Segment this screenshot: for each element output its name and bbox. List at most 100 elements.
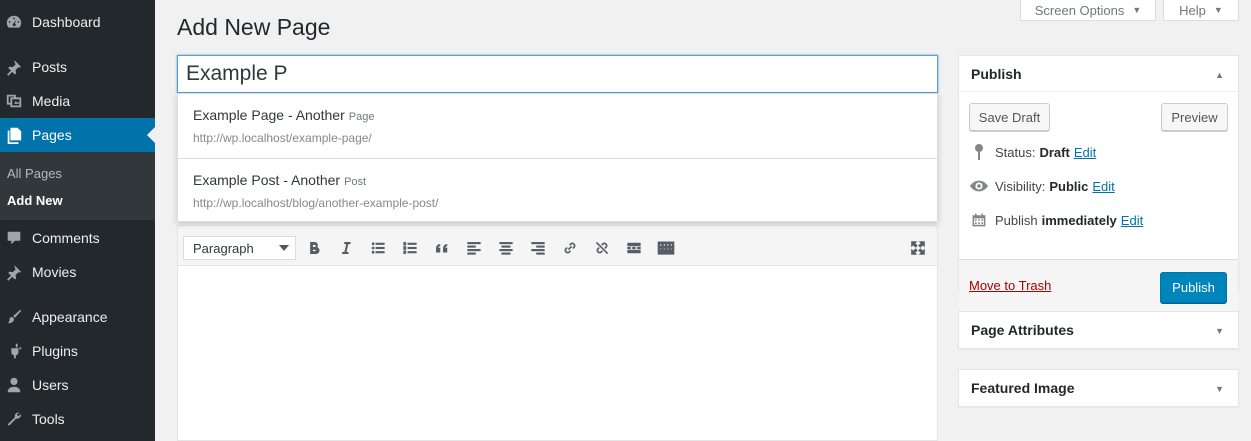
menu-appearance[interactable]: Appearance <box>0 300 155 334</box>
content-editor[interactable]: Paragraph <box>177 225 938 441</box>
status-label: Status: <box>995 144 1036 160</box>
bold-icon <box>310 242 320 254</box>
user-icon <box>4 375 24 395</box>
publish-date-row: Publish immediately Edit <box>969 211 1143 229</box>
bold-button[interactable] <box>303 238 325 258</box>
bullet-list-button[interactable] <box>367 238 389 258</box>
page-attributes-title: Page Attributes <box>971 322 1074 338</box>
featured-image-header[interactable]: Featured Image ▼ <box>959 370 1238 406</box>
page-attributes-header[interactable]: Page Attributes ▼ <box>959 312 1238 348</box>
featured-image-box: Featured Image ▼ <box>958 369 1239 407</box>
toolbar-toggle-button[interactable] <box>655 238 677 258</box>
menu-plugins[interactable]: Plugins <box>0 334 155 368</box>
bullet-list-icon <box>371 242 385 254</box>
help-tab[interactable]: Help ▼ <box>1163 0 1239 21</box>
title-autocomplete: Example Page - Another Page http://wp.loc… <box>177 93 938 222</box>
editor-toolbar: Paragraph <box>178 226 937 266</box>
brush-icon <box>4 307 24 327</box>
blockquote-button[interactable] <box>431 238 453 258</box>
publish-box: Publish ▲ Save Draft Preview Status: Draf… <box>958 55 1239 314</box>
publish-box-title: Publish <box>971 65 1022 82</box>
link-icon <box>564 242 576 254</box>
page-title: Add New Page <box>177 14 331 40</box>
menu-label: Media <box>32 93 71 109</box>
unlink-icon <box>595 241 609 255</box>
edit-status-link[interactable]: Edit <box>1074 145 1096 160</box>
visibility-label: Visibility: <box>995 178 1046 194</box>
align-center-button[interactable] <box>495 238 517 258</box>
save-draft-button[interactable]: Save Draft <box>969 103 1050 131</box>
read-more-button[interactable] <box>623 238 645 258</box>
pin-icon <box>4 262 24 282</box>
autocomplete-item[interactable]: Example Post - Another Post http://wp.loc… <box>178 158 937 222</box>
admin-sidebar: Dashboard Posts Media Pages All Pages Ad… <box>0 0 155 441</box>
menu-dashboard[interactable]: Dashboard <box>0 5 155 39</box>
pin-icon <box>4 57 24 77</box>
screen-options-label: Screen Options <box>1034 2 1125 18</box>
autocomplete-item[interactable]: Example Page - Another Page http://wp.loc… <box>178 94 937 158</box>
menu-label: Appearance <box>32 309 108 325</box>
align-right-button[interactable] <box>527 238 549 258</box>
edit-publish-date-link[interactable]: Edit <box>1121 213 1143 228</box>
publish-value: immediately <box>1041 212 1117 228</box>
fullscreen-button[interactable] <box>907 238 929 258</box>
screen-options-tab[interactable]: Screen Options ▼ <box>1020 0 1156 21</box>
caret-down-icon: ▼ <box>1132 5 1142 15</box>
wrench-icon <box>4 409 24 429</box>
media-icon <box>4 91 24 111</box>
submenu-add-new[interactable]: Add New <box>7 193 63 208</box>
autocomplete-url: http://wp.localhost/blog/another-example… <box>193 196 439 210</box>
menu-movies[interactable]: Movies <box>0 255 155 289</box>
format-select-value: Paragraph <box>193 240 254 256</box>
italic-button[interactable] <box>335 238 357 258</box>
publish-actions: Move to Trash Publish <box>959 259 1238 314</box>
autocomplete-type: Page <box>348 111 375 123</box>
calendar-icon <box>969 211 989 229</box>
post-title-input[interactable] <box>177 55 938 93</box>
autocomplete-type: Post <box>344 176 367 188</box>
caret-down-icon: ▼ <box>1213 5 1223 15</box>
comment-icon <box>4 228 24 248</box>
move-to-trash-link[interactable]: Move to Trash <box>969 278 1051 293</box>
menu-tools[interactable]: Tools <box>0 402 155 436</box>
expand-icon <box>911 241 925 255</box>
menu-posts[interactable]: Posts <box>0 50 155 84</box>
dashboard-icon <box>4 12 24 32</box>
pages-submenu: All Pages Add New <box>0 152 155 220</box>
read-more-icon <box>627 242 641 254</box>
numbered-list-icon <box>403 242 417 254</box>
align-center-icon <box>499 242 513 255</box>
publish-button[interactable]: Publish <box>1160 272 1227 303</box>
submenu-all-pages[interactable]: All Pages <box>7 166 62 181</box>
edit-visibility-link[interactable]: Edit <box>1092 179 1114 194</box>
format-select[interactable]: Paragraph <box>183 236 296 260</box>
caret-down-icon[interactable]: ▼ <box>1215 326 1224 336</box>
caret-down-icon[interactable]: ▼ <box>1215 384 1224 394</box>
preview-button[interactable]: Preview <box>1161 103 1228 131</box>
menu-pages[interactable]: Pages <box>0 118 155 152</box>
align-left-icon <box>467 242 481 255</box>
menu-label: Dashboard <box>32 14 101 30</box>
caret-up-icon[interactable]: ▲ <box>1215 70 1224 80</box>
pin-icon <box>969 143 989 161</box>
page-attributes-box: Page Attributes ▼ <box>958 311 1239 349</box>
plugin-icon <box>4 341 24 361</box>
pages-icon <box>4 125 24 145</box>
menu-comments[interactable]: Comments <box>0 221 155 255</box>
menu-media[interactable]: Media <box>0 84 155 118</box>
visibility-value: Public <box>1049 178 1089 194</box>
autocomplete-title: Example Page - Another <box>193 107 345 123</box>
menu-label: Plugins <box>32 343 78 359</box>
menu-label: Tools <box>32 411 65 427</box>
numbered-list-button[interactable] <box>399 238 421 258</box>
align-left-button[interactable] <box>463 238 485 258</box>
align-right-icon <box>531 242 545 255</box>
menu-label: Movies <box>32 264 77 280</box>
keyboard-icon <box>657 241 675 255</box>
status-value: Draft <box>1039 144 1070 160</box>
menu-users[interactable]: Users <box>0 368 155 402</box>
remove-link-button[interactable] <box>591 238 613 258</box>
autocomplete-title: Example Post - Another <box>193 172 341 188</box>
insert-link-button[interactable] <box>559 238 581 258</box>
publish-box-header[interactable]: Publish ▲ <box>959 56 1238 92</box>
